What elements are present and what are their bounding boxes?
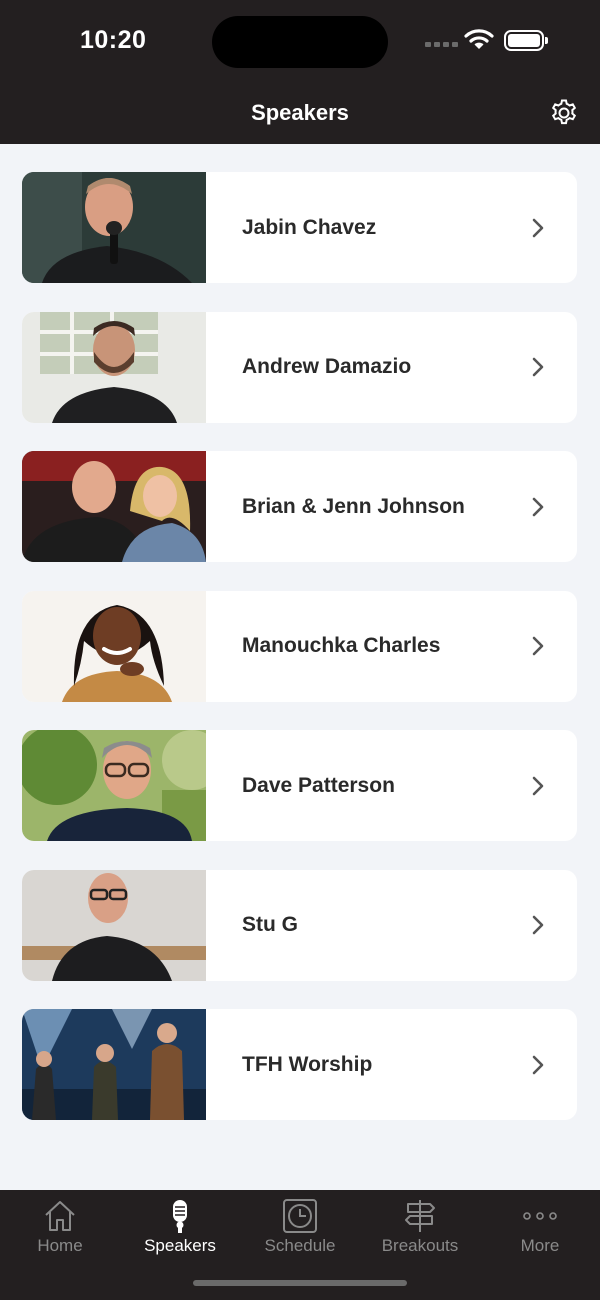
speaker-row[interactable]: Jabin Chavez — [22, 172, 577, 283]
home-indicator — [193, 1280, 407, 1286]
status-bar: 10:20 — [0, 0, 600, 88]
chevron-right-icon — [521, 347, 555, 387]
speaker-photo — [22, 869, 206, 981]
speaker-row[interactable]: TFH Worship — [22, 1009, 577, 1120]
chevron-right-icon — [521, 1045, 555, 1085]
navigation-bar: Speakers — [0, 88, 600, 144]
tab-label: More — [520, 1236, 560, 1255]
tab-breakouts[interactable]: Breakouts — [360, 1190, 480, 1270]
speaker-name: Jabin Chavez — [242, 215, 377, 239]
cellular-signal-icon — [425, 42, 458, 47]
chevron-right-icon — [521, 208, 555, 248]
speaker-row[interactable]: Dave Patterson — [22, 730, 577, 841]
settings-button[interactable] — [547, 96, 581, 130]
speaker-name: Andrew Damazio — [242, 355, 412, 378]
tab-label: Schedule — [264, 1236, 336, 1255]
tab-label: Speakers — [144, 1236, 216, 1255]
status-time: 10:20 — [80, 26, 147, 54]
clock-icon — [283, 1199, 317, 1233]
tab-home[interactable]: Home — [0, 1190, 120, 1270]
chevron-right-icon — [521, 626, 555, 666]
gear-icon — [551, 99, 577, 125]
speaker-list: Jabin Chavez Andrew Damazio Brian & Jenn… — [22, 172, 577, 1149]
tab-label: Breakouts — [381, 1236, 459, 1255]
page-title: Speakers — [251, 100, 349, 125]
microphone-icon — [173, 1200, 187, 1233]
speaker-name: Dave Patterson — [242, 773, 395, 797]
speaker-name: Brian & Jenn Johnson — [242, 494, 465, 518]
chevron-right-icon — [521, 905, 555, 945]
tab-speakers[interactable]: Speakers — [120, 1190, 240, 1270]
dynamic-island — [212, 16, 388, 68]
speaker-row[interactable]: Manouchka Charles — [22, 590, 577, 702]
signpost-icon — [405, 1200, 435, 1232]
battery-icon — [504, 30, 548, 51]
chevron-right-icon — [521, 487, 555, 527]
speaker-name: TFH Worship — [242, 1052, 373, 1076]
speaker-photo — [22, 730, 206, 841]
chevron-right-icon — [521, 766, 555, 806]
speaker-photo — [22, 172, 206, 283]
tab-label: Home — [37, 1236, 83, 1255]
tab-schedule[interactable]: Schedule — [240, 1190, 360, 1270]
wifi-icon — [464, 28, 494, 55]
speaker-photo — [22, 311, 206, 423]
speaker-photo — [22, 451, 206, 562]
tab-more[interactable]: More — [480, 1190, 600, 1270]
speaker-photo — [22, 1009, 206, 1120]
home-icon — [45, 1201, 75, 1231]
speaker-name: Stu G — [242, 913, 298, 936]
speaker-row[interactable]: Andrew Damazio — [22, 311, 577, 423]
speaker-name: Manouchka Charles — [242, 634, 441, 657]
speaker-row[interactable]: Stu G — [22, 869, 577, 981]
more-icon — [523, 1212, 557, 1220]
speaker-row[interactable]: Brian & Jenn Johnson — [22, 451, 577, 562]
speaker-photo — [22, 590, 206, 702]
